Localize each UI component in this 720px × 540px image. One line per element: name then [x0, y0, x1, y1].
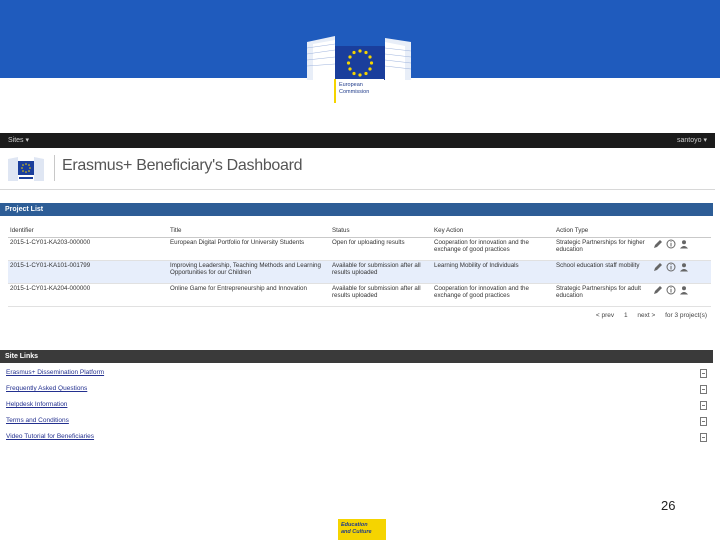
cell-action-type: Strategic Partnerships for adult educati… — [554, 283, 651, 307]
column-header-actions — [651, 225, 711, 238]
pencil-icon[interactable] — [653, 262, 663, 272]
user-icon[interactable] — [679, 285, 689, 295]
cell-actions — [651, 237, 711, 261]
external-link-icon[interactable] — [700, 401, 707, 410]
table-header-row: Identifier Title Status Key Action Actio… — [8, 225, 711, 238]
app-title: Erasmus+ Beneficiary's Dashboard — [62, 157, 303, 174]
cell-key-action: Learning Mobility of Individuals — [432, 260, 554, 284]
org-line-2: Commission — [339, 89, 370, 95]
site-link-dissemination-platform[interactable]: Erasmus+ Dissemination Platform — [6, 369, 104, 376]
info-icon[interactable] — [666, 262, 676, 272]
user-icon[interactable] — [679, 262, 689, 272]
column-header-key-action[interactable]: Key Action — [432, 225, 554, 238]
european-commission-wordmark: European Commission — [334, 79, 384, 103]
pagination: < prev 1 next > for 3 project(s) — [588, 312, 707, 319]
project-table: Identifier Title Status Key Action Actio… — [8, 225, 711, 307]
pencil-icon[interactable] — [653, 239, 663, 249]
external-link-icon[interactable] — [700, 433, 707, 442]
column-header-identifier[interactable]: Identifier — [8, 225, 168, 238]
cell-title: Online Game for Entrepreneurship and Inn… — [168, 283, 330, 307]
cell-actions — [651, 260, 711, 284]
list-item: Erasmus+ Dissemination Platform — [6, 369, 707, 385]
app-header: Erasmus+ Beneficiary's Dashboard — [0, 148, 715, 190]
site-link-faq[interactable]: Frequently Asked Questions — [6, 385, 87, 392]
list-item: Terms and Conditions — [6, 417, 707, 433]
cell-action-type: Strategic Partnerships for higher educat… — [554, 237, 651, 261]
table-row[interactable]: 2015-1-CY01-KA101-001799 Improving Leade… — [8, 260, 711, 284]
cell-action-type: School education staff mobility — [554, 260, 651, 284]
next-page-link[interactable]: next > — [637, 312, 655, 319]
sites-menu[interactable]: Sites ▾ — [8, 136, 29, 144]
slide-page-number: 26 — [661, 498, 676, 513]
external-link-icon[interactable] — [700, 369, 707, 378]
footer-line-2: and Culture — [341, 529, 372, 535]
list-item: Helpdesk Information — [6, 401, 707, 417]
cell-status: Available for submission after all resul… — [330, 260, 432, 284]
info-icon[interactable] — [666, 285, 676, 295]
site-links-header: Site Links — [0, 350, 713, 363]
site-link-video-tutorial[interactable]: Video Tutorial for Beneficiaries — [6, 433, 94, 440]
column-header-title[interactable]: Title — [168, 225, 330, 238]
pagination-summary: for 3 project(s) — [665, 312, 707, 319]
cell-key-action: Cooperation for innovation and the excha… — [432, 283, 554, 307]
org-line-1: European — [339, 82, 363, 88]
site-links-list: Erasmus+ Dissemination Platform Frequent… — [6, 369, 707, 449]
cell-key-action: Cooperation for innovation and the excha… — [432, 237, 554, 261]
education-culture-badge: Education and Culture — [338, 519, 386, 540]
current-page: 1 — [623, 312, 628, 319]
info-icon[interactable] — [666, 239, 676, 249]
dashboard-screenshot: Sites ▾ santoyo ▾ Erasmus+ Beneficiary's… — [0, 133, 715, 491]
cell-identifier: 2015-1-CY01-KA204-000000 — [8, 283, 168, 307]
cell-actions — [651, 283, 711, 307]
user-icon[interactable] — [679, 239, 689, 249]
table-row[interactable]: 2015-1-CY01-KA203-000000 European Digita… — [8, 237, 711, 261]
list-item: Frequently Asked Questions — [6, 385, 707, 401]
column-header-action-type[interactable]: Action Type — [554, 225, 651, 238]
cell-status: Open for uploading results — [330, 237, 432, 261]
top-navigation-bar: Sites ▾ santoyo ▾ — [0, 133, 715, 148]
pencil-icon[interactable] — [653, 285, 663, 295]
external-link-icon[interactable] — [700, 385, 707, 394]
user-menu[interactable]: santoyo ▾ — [677, 136, 707, 144]
cell-title: European Digital Portfolio for Universit… — [168, 237, 330, 261]
column-header-status[interactable]: Status — [330, 225, 432, 238]
cell-title: Improving Leadership, Teaching Methods a… — [168, 260, 330, 284]
project-list-header: Project List — [0, 203, 713, 216]
table-row[interactable]: 2015-1-CY01-KA204-000000 Online Game for… — [8, 283, 711, 307]
external-link-icon[interactable] — [700, 417, 707, 426]
footer-line-1: Education — [341, 522, 368, 528]
cell-status: Available for submission after all resul… — [330, 283, 432, 307]
header-divider — [54, 155, 55, 181]
site-link-terms[interactable]: Terms and Conditions — [6, 417, 69, 424]
cell-identifier: 2015-1-CY01-KA203-000000 — [8, 237, 168, 261]
list-item: Video Tutorial for Beneficiaries — [6, 433, 707, 449]
site-link-helpdesk[interactable]: Helpdesk Information — [6, 401, 67, 408]
ec-mini-logo — [6, 153, 46, 183]
cell-identifier: 2015-1-CY01-KA101-001799 — [8, 260, 168, 284]
prev-page-link[interactable]: < prev — [596, 312, 614, 319]
